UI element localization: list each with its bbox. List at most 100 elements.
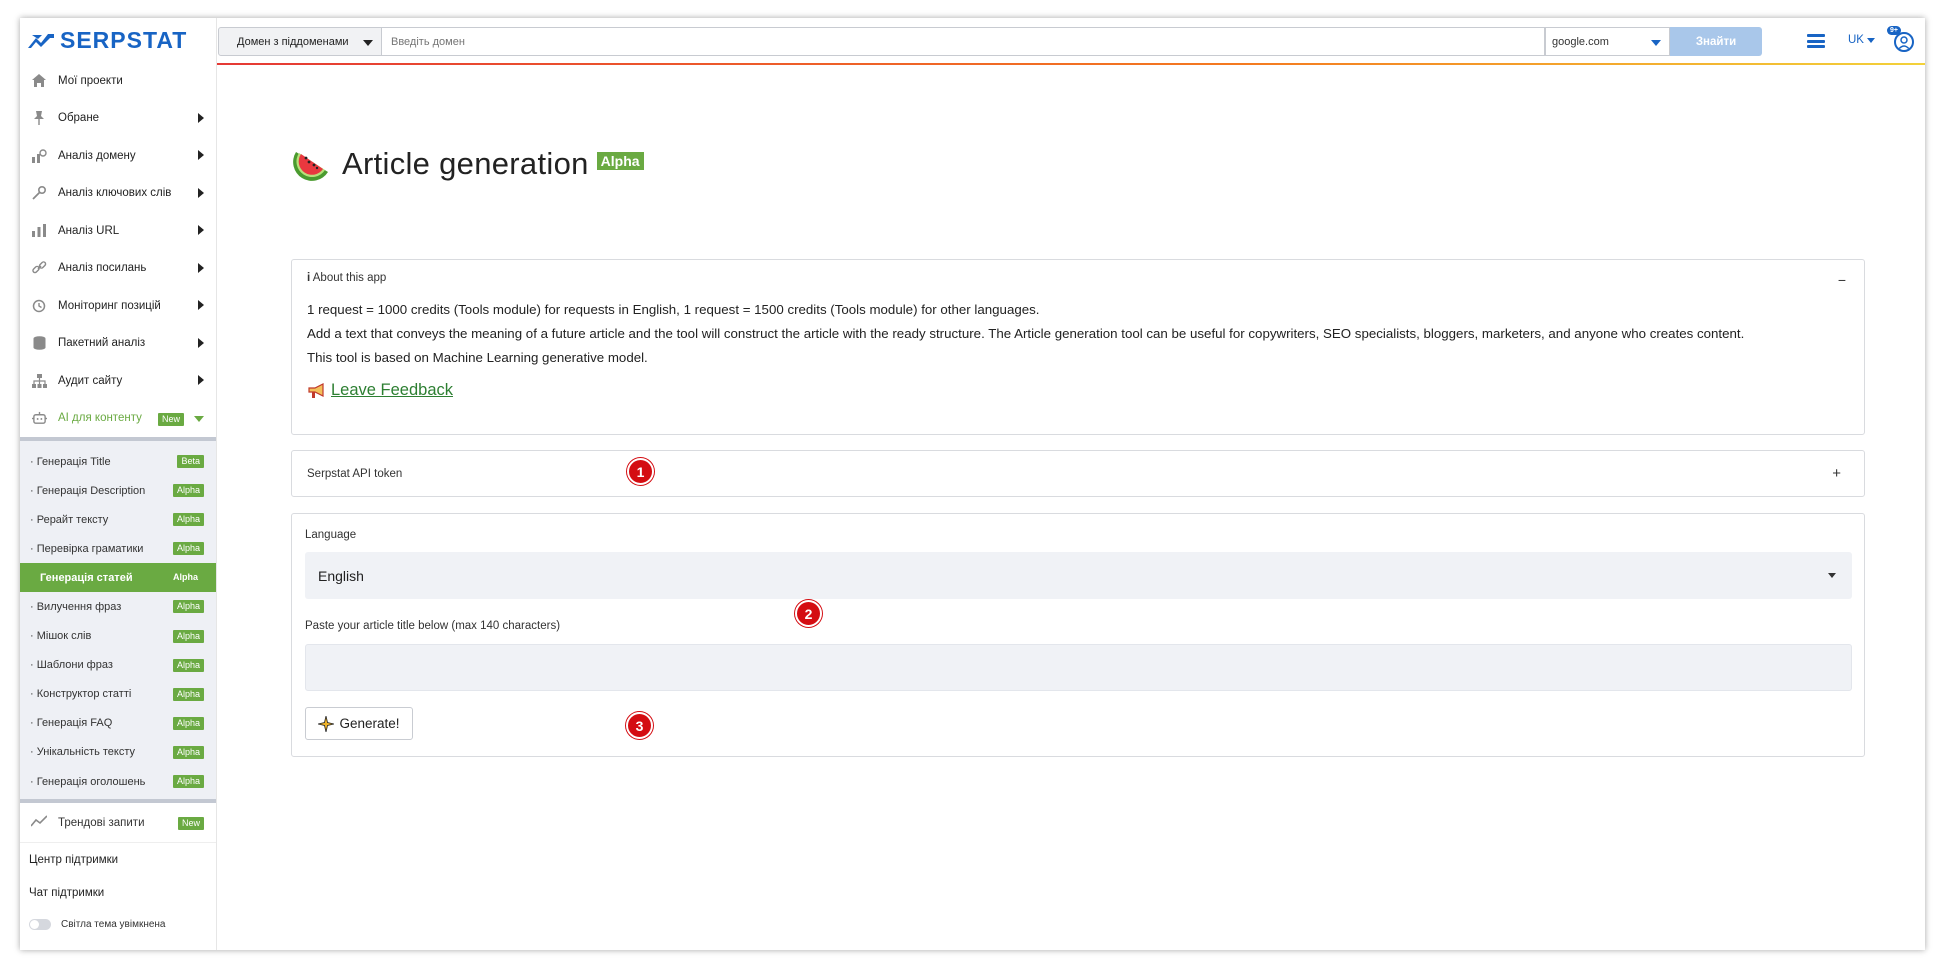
submenu-item-11[interactable]: · Унікальність тексту Alpha (20, 738, 216, 767)
article-title-input[interactable] (305, 644, 1852, 691)
submenu-item-9[interactable]: · Конструктор статті Alpha (20, 680, 216, 709)
sidebar-item-label: Моніторинг позицій (58, 299, 161, 312)
sidebar-item-7[interactable]: Моніторинг позицій (20, 287, 216, 325)
sidebar-item-label: Аналіз URL (58, 224, 120, 237)
sidebar-item-label: Аналіз домену (58, 149, 136, 162)
sidebar-item-2[interactable]: Обране (20, 100, 216, 138)
submenu-item-10[interactable]: · Генерація FAQ Alpha (20, 709, 216, 738)
caret-down-icon (1828, 573, 1836, 578)
about-model-text: This tool is based on Machine Learning g… (307, 350, 648, 365)
chevron-right-icon (198, 337, 204, 348)
chevron-right-icon (198, 375, 204, 385)
about-header[interactable]: i About this app − (307, 272, 1849, 288)
domain-search-input[interactable] (382, 27, 1545, 56)
submenu-item-label: · Генерація Description (30, 484, 146, 497)
status-badge: Alpha (172, 542, 204, 556)
language-select[interactable]: English (305, 552, 1852, 599)
feedback-label: Leave Feedback (331, 381, 454, 399)
sidebar-item-4[interactable]: Аналіз ключових слів (20, 175, 216, 213)
link-icon (31, 260, 47, 276)
theme-toggle-label: Світла тема увімкнена (61, 918, 166, 930)
support-center-link[interactable]: Центр підтримки (20, 843, 216, 876)
domain-analysis-icon (31, 148, 47, 164)
chevron-right-icon (198, 150, 204, 160)
submenu-item-4[interactable]: · Перевірка граматики Alpha (20, 534, 216, 563)
status-badge: Alpha (172, 687, 204, 701)
submenu-item-label: · Унікальність тексту (30, 746, 136, 759)
topbar-gradient-line (217, 63, 1925, 65)
sidebar-item-8[interactable]: Пакетний аналіз (20, 325, 216, 363)
hamburger-menu-icon[interactable] (1807, 34, 1825, 48)
about-credits-text: 1 request = 1000 credits (Tools module) … (307, 302, 1040, 317)
support-chat-link[interactable]: Чат підтримки (20, 876, 216, 909)
submenu-item-2[interactable]: · Генерація Description Alpha (20, 476, 216, 505)
caret-down-icon (363, 40, 373, 46)
about-title: i About this app (307, 272, 386, 288)
chevron-right-icon (198, 225, 204, 235)
sidebar-item-ai-content[interactable]: AI для контенту New (20, 400, 216, 438)
submenu-item-6[interactable]: · Вилучення фраз Alpha (20, 592, 216, 621)
chevron-down-icon (194, 415, 204, 422)
about-description-text: Add a text that conveys the meaning of a… (307, 326, 1745, 341)
app-window: SERPSTAT Мої проекти Обране Аналіз домену А… (20, 18, 1925, 950)
chevron-right-icon (198, 112, 204, 123)
generate-button-label: Generate! (339, 716, 400, 731)
search-engine-select[interactable]: google.com (1545, 27, 1670, 56)
submenu-item-label: · Генерація FAQ (30, 717, 113, 730)
submenu-item-label: · Генерація оголошень (30, 775, 146, 788)
submenu-item-label: Генерація статей (40, 571, 133, 584)
theme-toggle[interactable] (29, 918, 51, 930)
status-badge: Beta (177, 455, 204, 468)
nav-list: Мої проекти Обране Аналіз домену Аналіз клю… (20, 62, 216, 400)
submenu-item-label: · Мішок слів (30, 630, 92, 643)
language-switcher[interactable]: UK (1848, 34, 1875, 46)
sidebar-item-trends[interactable]: Трендові запити New (20, 803, 216, 844)
sidebar-item-5[interactable]: Аналіз URL (20, 212, 216, 250)
submenu-item-label: · Генерація Title (30, 455, 111, 468)
new-badge: New (157, 412, 184, 426)
sidebar-item-label: Трендові запити (58, 816, 145, 829)
user-account-button[interactable]: 9+ (1887, 26, 1915, 54)
find-button[interactable]: Знайти (1670, 27, 1762, 56)
theme-toggle-row[interactable]: Світла тема увімкнена (20, 909, 216, 939)
submenu-item-7[interactable]: · Мішок слів Alpha (20, 622, 216, 651)
leave-feedback-link[interactable]: Leave Feedback (307, 381, 1849, 400)
submenu-item-12[interactable]: · Генерація оголошень Alpha (20, 767, 216, 796)
megaphone-icon (307, 382, 327, 399)
domain-mode-select[interactable]: Домен з піддоменами (218, 27, 382, 56)
status-badge: Alpha (172, 513, 204, 527)
api-token-label: Serpstat API token (307, 467, 403, 480)
sidebar-item-label: Пакетний аналіз (58, 337, 146, 350)
collapse-icon[interactable]: − (1838, 272, 1846, 288)
submenu-item-5[interactable]: Генерація статей Alpha (20, 563, 216, 593)
sidebar-item-6[interactable]: Аналіз посилань (20, 250, 216, 288)
sidebar-item-3[interactable]: Аналіз домену (20, 137, 216, 175)
serpstat-logo[interactable]: SERPSTAT (20, 18, 216, 62)
key-icon (31, 185, 47, 201)
generate-button[interactable]: Generate! (305, 707, 413, 740)
domain-mode-value: Домен з піддоменами (237, 35, 349, 48)
generation-form: Language English Paste your article titl… (291, 513, 1865, 757)
submenu-item-label: · Рерайт тексту (30, 513, 109, 526)
caret-down-icon (1866, 37, 1875, 43)
pin-icon (31, 110, 47, 126)
language-label: Language (305, 529, 357, 541)
info-icon: i (307, 272, 311, 284)
submenu-item-1[interactable]: · Генерація Title Beta (20, 447, 216, 476)
submenu-item-3[interactable]: · Рерайт тексту Alpha (20, 505, 216, 534)
submenu-item-8[interactable]: · Шаблони фраз Alpha (20, 651, 216, 680)
main-content: Article generation Alpha i About this ap… (217, 67, 1925, 950)
user-avatar-icon (1894, 32, 1914, 52)
caret-down-icon (1651, 40, 1661, 46)
robot-icon (31, 410, 47, 426)
expand-icon[interactable]: + (1832, 465, 1841, 482)
new-badge: New (177, 817, 204, 831)
language-select-value: English (318, 567, 364, 584)
submenu-item-label: · Конструктор статті (30, 688, 132, 701)
api-token-panel[interactable]: Serpstat API token + (291, 450, 1865, 497)
sidebar-item-1[interactable]: Мої проекти (20, 62, 216, 100)
status-badge: Alpha (172, 629, 204, 643)
sidebar: SERPSTAT Мої проекти Обране Аналіз домену А… (20, 18, 217, 950)
bar-chart-icon (31, 223, 47, 239)
sidebar-item-9[interactable]: Аудит сайту (20, 362, 216, 400)
